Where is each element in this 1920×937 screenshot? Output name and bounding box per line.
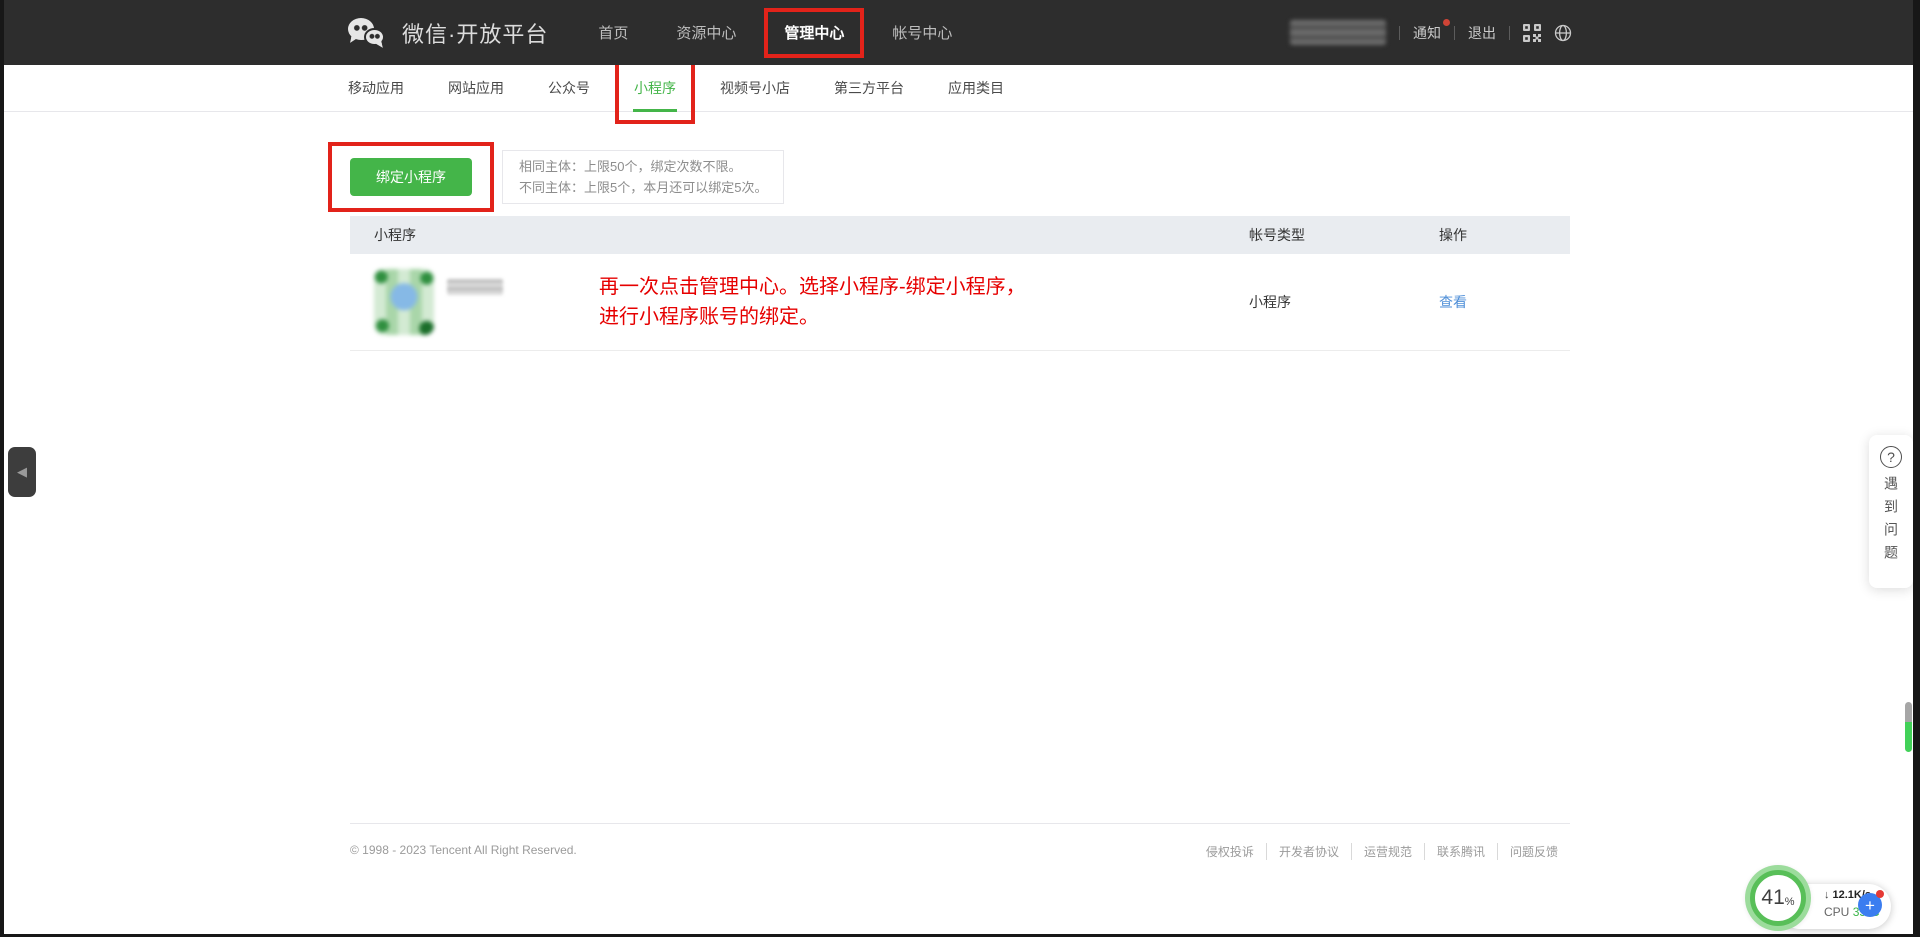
cpu-usage-percent: 41 (1761, 886, 1784, 910)
plus-icon: + (1865, 897, 1875, 914)
primary-nav: 首页 资源中心 管理中心 帐号中心 (598, 15, 952, 50)
bind-miniprogram-button[interactable]: 绑定小程序 (350, 158, 472, 196)
tip-line-1: 相同主体：上限50个，绑定次数不限。 (519, 156, 767, 177)
logout-link[interactable]: 退出 (1468, 23, 1496, 43)
footer-link-contact-tencent[interactable]: 联系腾讯 (1424, 843, 1497, 860)
monitor-notification-dot (1876, 890, 1884, 898)
cpu-usage-gauge[interactable]: 41 % (1750, 870, 1806, 926)
tab-thirdparty-platform[interactable]: 第三方平台 (834, 65, 904, 111)
nav-item-account-center[interactable]: 帐号中心 (892, 15, 952, 50)
help-floating-widget[interactable]: ? 遇到问题 (1869, 435, 1913, 588)
account-type-cell: 小程序 (1249, 292, 1439, 312)
bind-limit-tip: 相同主体：上限50个，绑定次数不限。 不同主体：上限5个，本月还可以绑定5次。 (502, 150, 784, 204)
nav-item-home[interactable]: 首页 (598, 15, 628, 50)
cpu-label: CPU (1824, 905, 1849, 919)
table-header-row: 小程序 帐号类型 操作 (350, 216, 1570, 254)
table-row: 再一次点击管理中心。选择小程序-绑定小程序， 进行小程序账号的绑定。 小程序 查… (350, 254, 1570, 351)
footer-link-developer-agreement[interactable]: 开发者协议 (1266, 843, 1351, 860)
question-icon: ? (1880, 446, 1902, 468)
qr-code-icon[interactable] (1523, 24, 1541, 42)
divider (1454, 26, 1455, 40)
collapse-arrow-icon: ◀ (17, 464, 27, 480)
page-footer: © 1998 - 2023 Tencent All Right Reserved… (350, 823, 1570, 860)
section-tabbar: 移动应用 网站应用 公众号 小程序 视频号小店 第三方平台 应用类目 (0, 65, 1920, 112)
footer-link-operation-rules[interactable]: 运营规范 (1351, 843, 1424, 860)
col-header-account-type: 帐号类型 (1249, 225, 1439, 245)
globe-icon[interactable] (1554, 24, 1572, 42)
nav-item-management-center[interactable]: 管理中心 (784, 15, 844, 50)
tab-app-category[interactable]: 应用类目 (948, 65, 1004, 111)
copyright-text: © 1998 - 2023 Tencent All Right Reserved… (350, 843, 577, 860)
username-redacted[interactable] (1290, 20, 1386, 45)
help-widget-label: 遇到问题 (1881, 476, 1901, 568)
sidebar-collapse-toggle[interactable]: ◀ (8, 447, 36, 497)
download-arrow-icon: ↓ (1824, 889, 1830, 902)
wechat-logo-icon (348, 17, 388, 49)
tab-official-account[interactable]: 公众号 (548, 65, 590, 111)
col-header-action: 操作 (1439, 225, 1570, 245)
red-annotation-text: 再一次点击管理中心。选择小程序-绑定小程序， 进行小程序账号的绑定。 (599, 272, 1026, 332)
active-tab-underline (633, 109, 677, 112)
top-navbar: 微信·开放平台 首页 资源中心 管理中心 帐号中心 通知 退出 (0, 0, 1920, 65)
view-link[interactable]: 查看 (1439, 294, 1467, 310)
main-content: 绑定小程序 相同主体：上限50个，绑定次数不限。 不同主体：上限5个，本月还可以… (350, 112, 1570, 351)
tab-website-app[interactable]: 网站应用 (448, 65, 504, 111)
footer-link-infringement[interactable]: 侵权投诉 (1194, 843, 1266, 860)
left-edge-border (0, 0, 4, 937)
notice-link[interactable]: 通知 (1413, 23, 1441, 43)
scrollbar-indicator[interactable] (1905, 702, 1912, 752)
tab-mobile-app[interactable]: 移动应用 (348, 65, 404, 111)
footer-link-feedback[interactable]: 问题反馈 (1497, 843, 1570, 860)
tip-line-2: 不同主体：上限5个，本月还可以绑定5次。 (519, 177, 767, 198)
col-header-miniprogram: 小程序 (350, 225, 1249, 245)
notification-dot (1443, 19, 1450, 26)
miniprogram-name-redacted (447, 279, 503, 295)
divider (1509, 26, 1510, 40)
tab-video-channel-shop[interactable]: 视频号小店 (720, 65, 790, 111)
right-edge-border (1913, 0, 1920, 937)
brand-title: 微信·开放平台 (402, 17, 548, 49)
nav-item-resource-center[interactable]: 资源中心 (676, 15, 736, 50)
miniprogram-avatar-blurred (374, 269, 434, 335)
tab-miniprogram[interactable]: 小程序 (634, 65, 676, 111)
miniprogram-table: 小程序 帐号类型 操作 再一次点击管理中心。选择小程序-绑定小程序， 进行小程序… (350, 216, 1570, 351)
divider (1399, 26, 1400, 40)
